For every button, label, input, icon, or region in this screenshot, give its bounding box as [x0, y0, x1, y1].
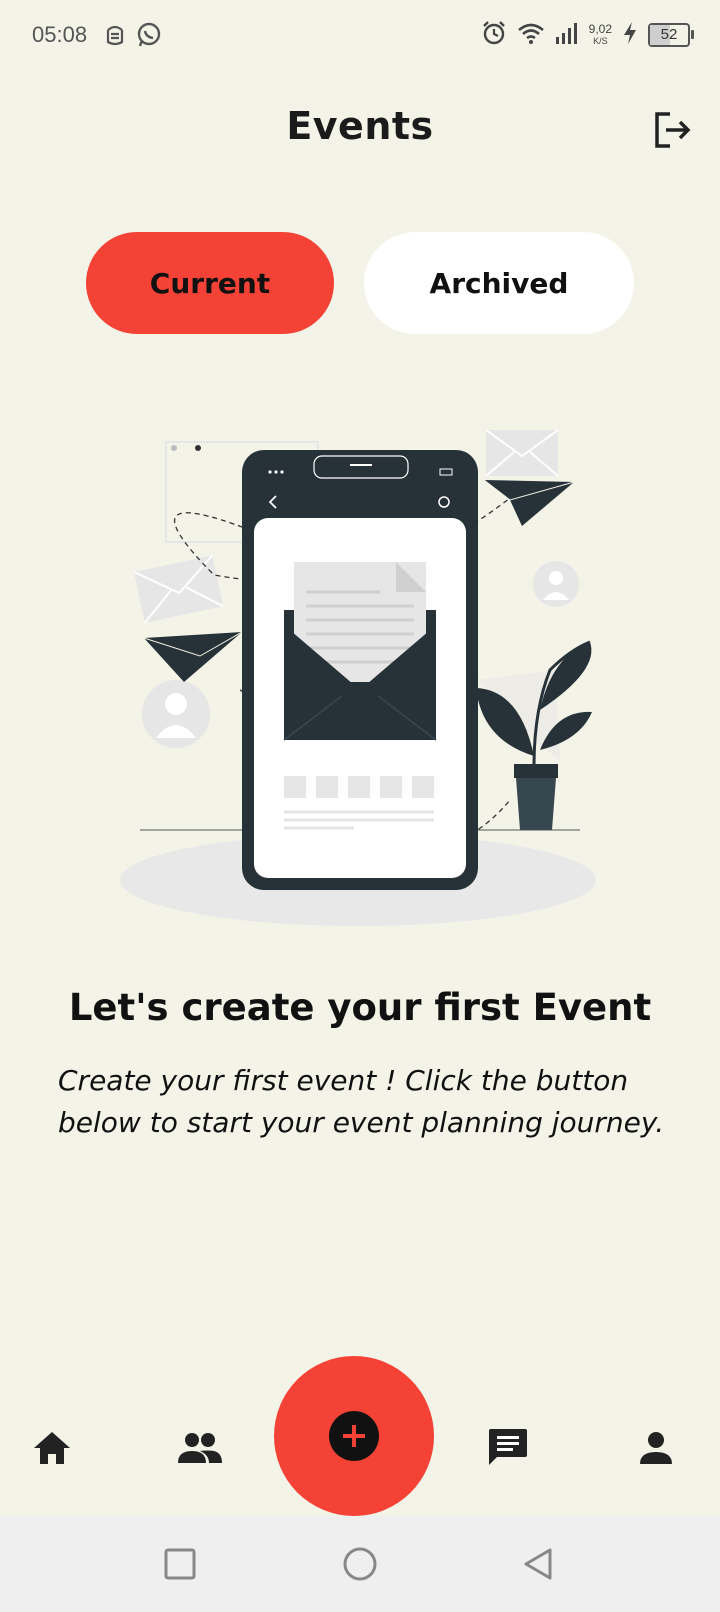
battery-icon: 52 — [648, 23, 694, 47]
page-title: Events — [286, 104, 434, 148]
add-event-button[interactable] — [274, 1356, 434, 1516]
network-speed-value: 9,02 — [588, 22, 612, 36]
battery-level: 52 — [660, 26, 678, 43]
status-time: 05:08 — [32, 22, 88, 47]
network-speed-unit: K/S — [593, 36, 608, 46]
network-speed: 9,02 K/S — [589, 23, 612, 47]
chat-icon[interactable] — [478, 1418, 538, 1478]
empty-state-description: Create your first event ! Click the butt… — [58, 1064, 665, 1139]
empty-state-title: Let's create your first Event — [68, 986, 652, 1029]
system-nav-bar — [0, 1516, 720, 1612]
signal-icon — [555, 21, 579, 49]
alarm-icon — [481, 20, 507, 50]
bottom-nav — [0, 1356, 720, 1516]
logout-icon[interactable] — [652, 110, 692, 150]
add-icon — [329, 1411, 379, 1461]
status-right-group: 9,02 K/S 52 — [481, 20, 694, 50]
phone-with-envelope-illustration — [0, 420, 720, 960]
back-icon[interactable] — [520, 1546, 556, 1582]
profile-icon[interactable] — [626, 1418, 686, 1478]
charging-icon — [622, 21, 638, 49]
whatsapp-icon — [136, 22, 162, 48]
status-bar: 05:08 9,02 K/S 52 — [0, 0, 720, 72]
people-icon[interactable] — [170, 1418, 230, 1478]
gesture-app-icon — [104, 22, 130, 48]
tab-archived[interactable]: Archived — [364, 232, 634, 334]
wifi-icon — [517, 21, 545, 49]
home-icon[interactable] — [22, 1418, 82, 1478]
tab-current[interactable]: Current — [86, 232, 334, 334]
home-circle-icon[interactable] — [342, 1546, 378, 1582]
recents-icon[interactable] — [162, 1546, 198, 1582]
